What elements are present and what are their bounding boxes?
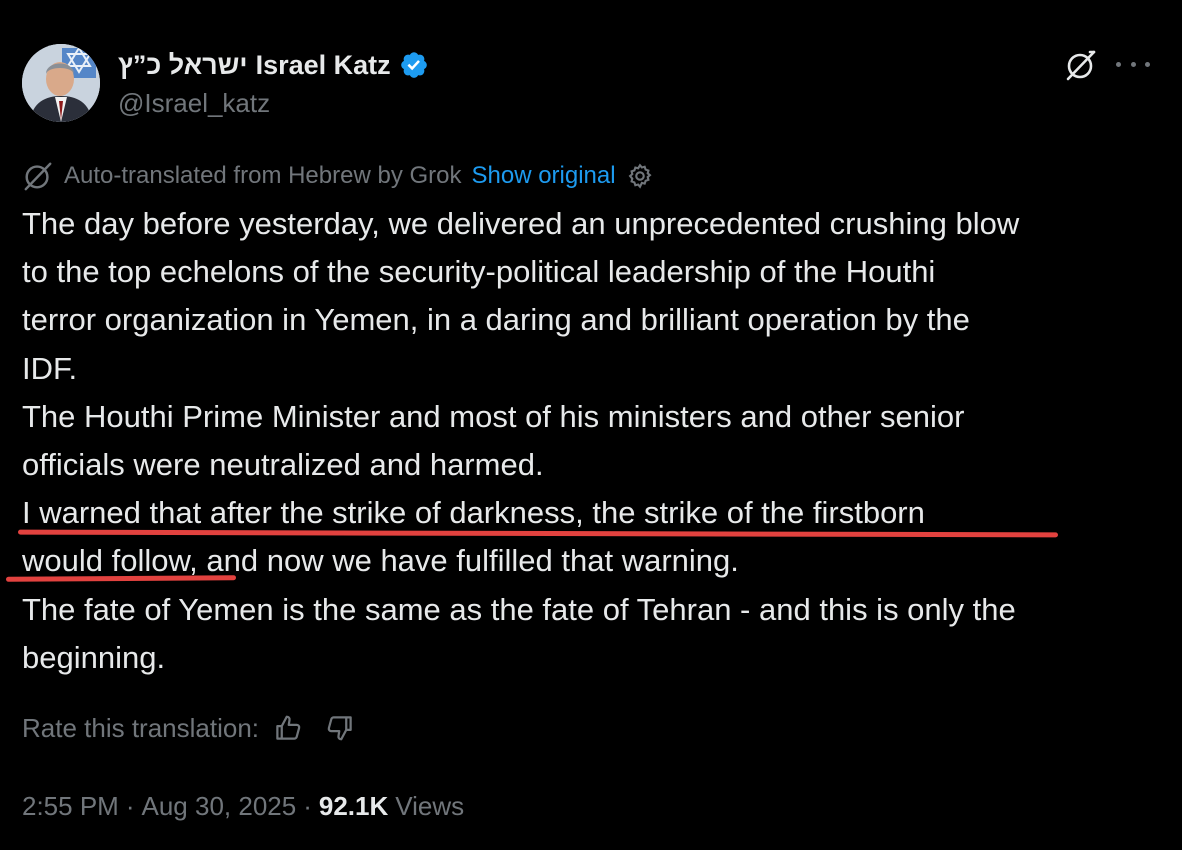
author-name-hebrew: ישראל כ”ץ: [118, 49, 248, 80]
show-original-link[interactable]: Show original: [472, 162, 616, 190]
tweet-line: The day before yesterday, we delivered a…: [22, 206, 1020, 241]
tweet-line: beginning.: [22, 639, 166, 675]
verified-badge-icon: [399, 50, 429, 80]
tweet-line: to the top echelons of the security-poli…: [22, 254, 936, 290]
translation-notice: Auto-translated from Hebrew by Grok: [64, 162, 462, 189]
tweet-line: IDF.: [22, 350, 78, 386]
views-label[interactable]: Views: [395, 791, 464, 822]
tweet-line: terror organization in Yemen, in a darin…: [22, 302, 970, 338]
tweet-line: officials were neutralized and harmed.: [22, 446, 544, 482]
avatar[interactable]: [22, 44, 100, 122]
avatar-image: [22, 44, 100, 122]
author-handle[interactable]: @Israel_katz: [118, 88, 270, 119]
grok-icon[interactable]: [1064, 48, 1098, 82]
more-options-icon[interactable]: [1116, 50, 1150, 78]
tweet-date[interactable]: Aug 30, 2025: [142, 791, 297, 822]
tweet-line: The fate of Yemen is the same as the fat…: [22, 591, 1016, 627]
thumbs-down-icon[interactable]: [325, 713, 355, 743]
meta-separator: ·: [125, 790, 135, 821]
thumbs-up-icon[interactable]: [273, 713, 303, 743]
tweet-time[interactable]: 2:55 PM: [22, 791, 119, 822]
views-count[interactable]: 92.1K: [319, 791, 388, 822]
tweet-meta: 2:55 PM · Aug 30, 2025 · 92.1K Views: [22, 786, 464, 826]
grok-icon: [22, 160, 54, 192]
rate-translation-row: Rate this translation:: [22, 708, 355, 748]
tweet-text: The day before yesterday, we delivered a…: [22, 200, 1172, 682]
translation-notice-row: Auto-translated from Hebrew by Grok Show…: [22, 158, 654, 194]
author-display-name[interactable]: ישראל כ”ץ Israel Katz: [118, 46, 429, 84]
gear-icon[interactable]: [626, 162, 654, 190]
tweet-line: The Houthi Prime Minister and most of hi…: [22, 398, 965, 434]
meta-separator: ·: [303, 790, 312, 821]
rate-translation-label: Rate this translation:: [22, 712, 260, 743]
author-name-english: Israel Katz: [255, 49, 391, 80]
